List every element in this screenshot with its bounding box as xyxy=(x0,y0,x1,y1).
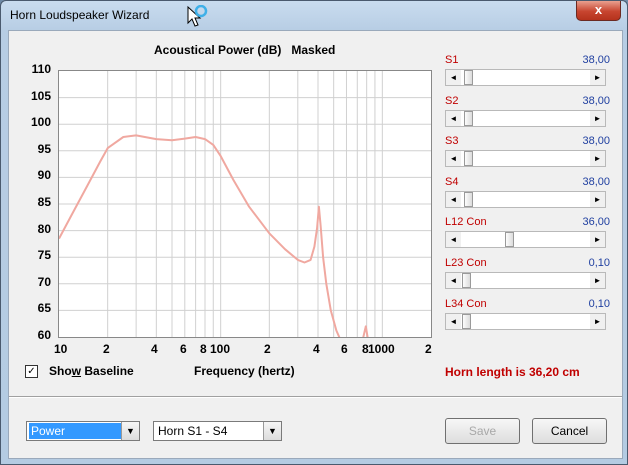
horn-type-combobox-value: Horn S1 - S4 xyxy=(158,424,228,438)
mouse-cursor-icon xyxy=(187,5,208,27)
scroll-left-arrow-icon[interactable]: ◄ xyxy=(446,111,461,126)
x-tick-label: 6 xyxy=(180,342,187,356)
slider-scrollbar[interactable]: ◄ ► xyxy=(445,231,606,248)
slider-scrollbar[interactable]: ◄ ► xyxy=(445,69,606,86)
scroll-right-arrow-icon[interactable]: ► xyxy=(590,70,605,85)
slider-thumb[interactable] xyxy=(464,111,473,126)
cancel-button[interactable]: Cancel xyxy=(532,418,607,444)
slider-label: L12 Con xyxy=(445,216,487,228)
x-tick-label: 100 xyxy=(210,342,231,356)
show-baseline-label[interactable]: Show Baseline xyxy=(49,364,134,378)
slider-value: 38,00 xyxy=(582,135,610,147)
slider-scrollbar[interactable]: ◄ ► xyxy=(445,272,606,289)
x-tick-label: 2 xyxy=(103,342,110,356)
slider-thumb[interactable] xyxy=(464,70,473,85)
window-title: Horn Loudspeaker Wizard xyxy=(10,8,150,22)
scroll-left-arrow-icon[interactable]: ◄ xyxy=(446,314,461,329)
scroll-right-arrow-icon[interactable]: ► xyxy=(590,192,605,207)
scroll-right-arrow-icon[interactable]: ► xyxy=(590,151,605,166)
scroll-right-arrow-icon[interactable]: ► xyxy=(590,314,605,329)
slider-value: 38,00 xyxy=(582,95,610,107)
slider-label: L23 Con xyxy=(445,257,487,269)
y-tick-label: 95 xyxy=(37,141,51,156)
separator xyxy=(9,396,622,398)
scroll-left-arrow-icon[interactable]: ◄ xyxy=(446,192,461,207)
chevron-down-icon[interactable]: ▼ xyxy=(263,422,281,440)
slider-thumb[interactable] xyxy=(462,273,471,288)
horn-length-text: Horn length is 36,20 cm xyxy=(445,365,580,379)
y-tick-label: 100 xyxy=(30,115,51,130)
y-tick-label: 90 xyxy=(37,168,51,183)
x-tick-label: 2 xyxy=(425,342,432,356)
x-tick-label: 10 xyxy=(54,342,68,356)
scroll-left-arrow-icon[interactable]: ◄ xyxy=(446,273,461,288)
horn-type-combobox[interactable]: Horn S1 - S4 ▼ xyxy=(153,421,282,441)
y-tick-label: 105 xyxy=(30,88,51,103)
mode-combobox-value: Power xyxy=(29,423,121,439)
scroll-left-arrow-icon[interactable]: ◄ xyxy=(446,151,461,166)
slider-scrollbar[interactable]: ◄ ► xyxy=(445,191,606,208)
x-tick-label: 1000 xyxy=(368,342,395,356)
x-axis-label: Frequency (hertz) xyxy=(194,364,295,378)
slider-label: S3 xyxy=(445,135,459,147)
scroll-left-arrow-icon[interactable]: ◄ xyxy=(446,70,461,85)
show-baseline-label-rest: Baseline xyxy=(81,364,134,378)
y-tick-label: 65 xyxy=(37,301,51,316)
slider-scrollbar[interactable]: ◄ ► xyxy=(445,110,606,127)
check-mark-icon: ✓ xyxy=(27,366,36,377)
slider-value: 0,10 xyxy=(588,257,610,269)
chart-plot-area xyxy=(58,70,432,351)
slider-thumb[interactable] xyxy=(505,232,514,247)
y-tick-label: 110 xyxy=(31,62,51,76)
show-baseline-label-part: Sho xyxy=(49,364,72,378)
slider-value: 36,00 xyxy=(582,216,610,228)
mode-combobox[interactable]: Power ▼ xyxy=(26,421,140,441)
slider-label: S4 xyxy=(445,176,459,188)
x-tick-label: 4 xyxy=(313,342,320,356)
y-tick-label: 70 xyxy=(37,274,51,289)
x-tick-label: 6 xyxy=(341,342,348,356)
scroll-right-arrow-icon[interactable]: ► xyxy=(590,111,605,126)
x-tick-label: 2 xyxy=(264,342,271,356)
wizard-window: Horn Loudspeaker Wizard x Acoustical Pow… xyxy=(0,0,628,465)
show-baseline-checkbox[interactable]: ✓ xyxy=(25,365,38,378)
scroll-right-arrow-icon[interactable]: ► xyxy=(590,273,605,288)
slider-label: S1 xyxy=(445,54,459,66)
chevron-down-icon[interactable]: ▼ xyxy=(121,422,139,440)
chart-title: Acoustical Power (dB) Masked xyxy=(154,43,336,57)
slider-thumb[interactable] xyxy=(462,314,471,329)
x-tick-label: 8 xyxy=(200,342,207,356)
close-button[interactable]: x xyxy=(576,1,621,21)
x-tick-label: 4 xyxy=(151,342,158,356)
slider-scrollbar[interactable]: ◄ ► xyxy=(445,150,606,167)
y-tick-label: 80 xyxy=(37,221,51,236)
title-bar[interactable]: Horn Loudspeaker Wizard x xyxy=(1,1,627,29)
save-button[interactable]: Save xyxy=(445,418,520,444)
slider-value: 38,00 xyxy=(582,54,610,66)
slider-scrollbar[interactable]: ◄ ► xyxy=(445,313,606,330)
slider-thumb[interactable] xyxy=(464,192,473,207)
slider-thumb[interactable] xyxy=(464,151,473,166)
power-chart xyxy=(58,71,431,351)
scroll-left-arrow-icon[interactable]: ◄ xyxy=(446,232,461,247)
scroll-right-arrow-icon[interactable]: ► xyxy=(590,232,605,247)
y-tick-label: 85 xyxy=(37,195,51,209)
slider-value: 38,00 xyxy=(582,176,610,188)
y-tick-label: 75 xyxy=(37,248,51,263)
series-line-power xyxy=(58,134,372,351)
slider-value: 0,10 xyxy=(588,298,610,310)
slider-label: S2 xyxy=(445,95,459,107)
show-baseline-mnemonic: w xyxy=(71,364,82,378)
y-tick-label: 60 xyxy=(37,328,51,342)
dialog-client-area: Acoustical Power (dB) Masked 110 105 100 95… xyxy=(8,30,623,459)
slider-label: L34 Con xyxy=(445,298,487,310)
